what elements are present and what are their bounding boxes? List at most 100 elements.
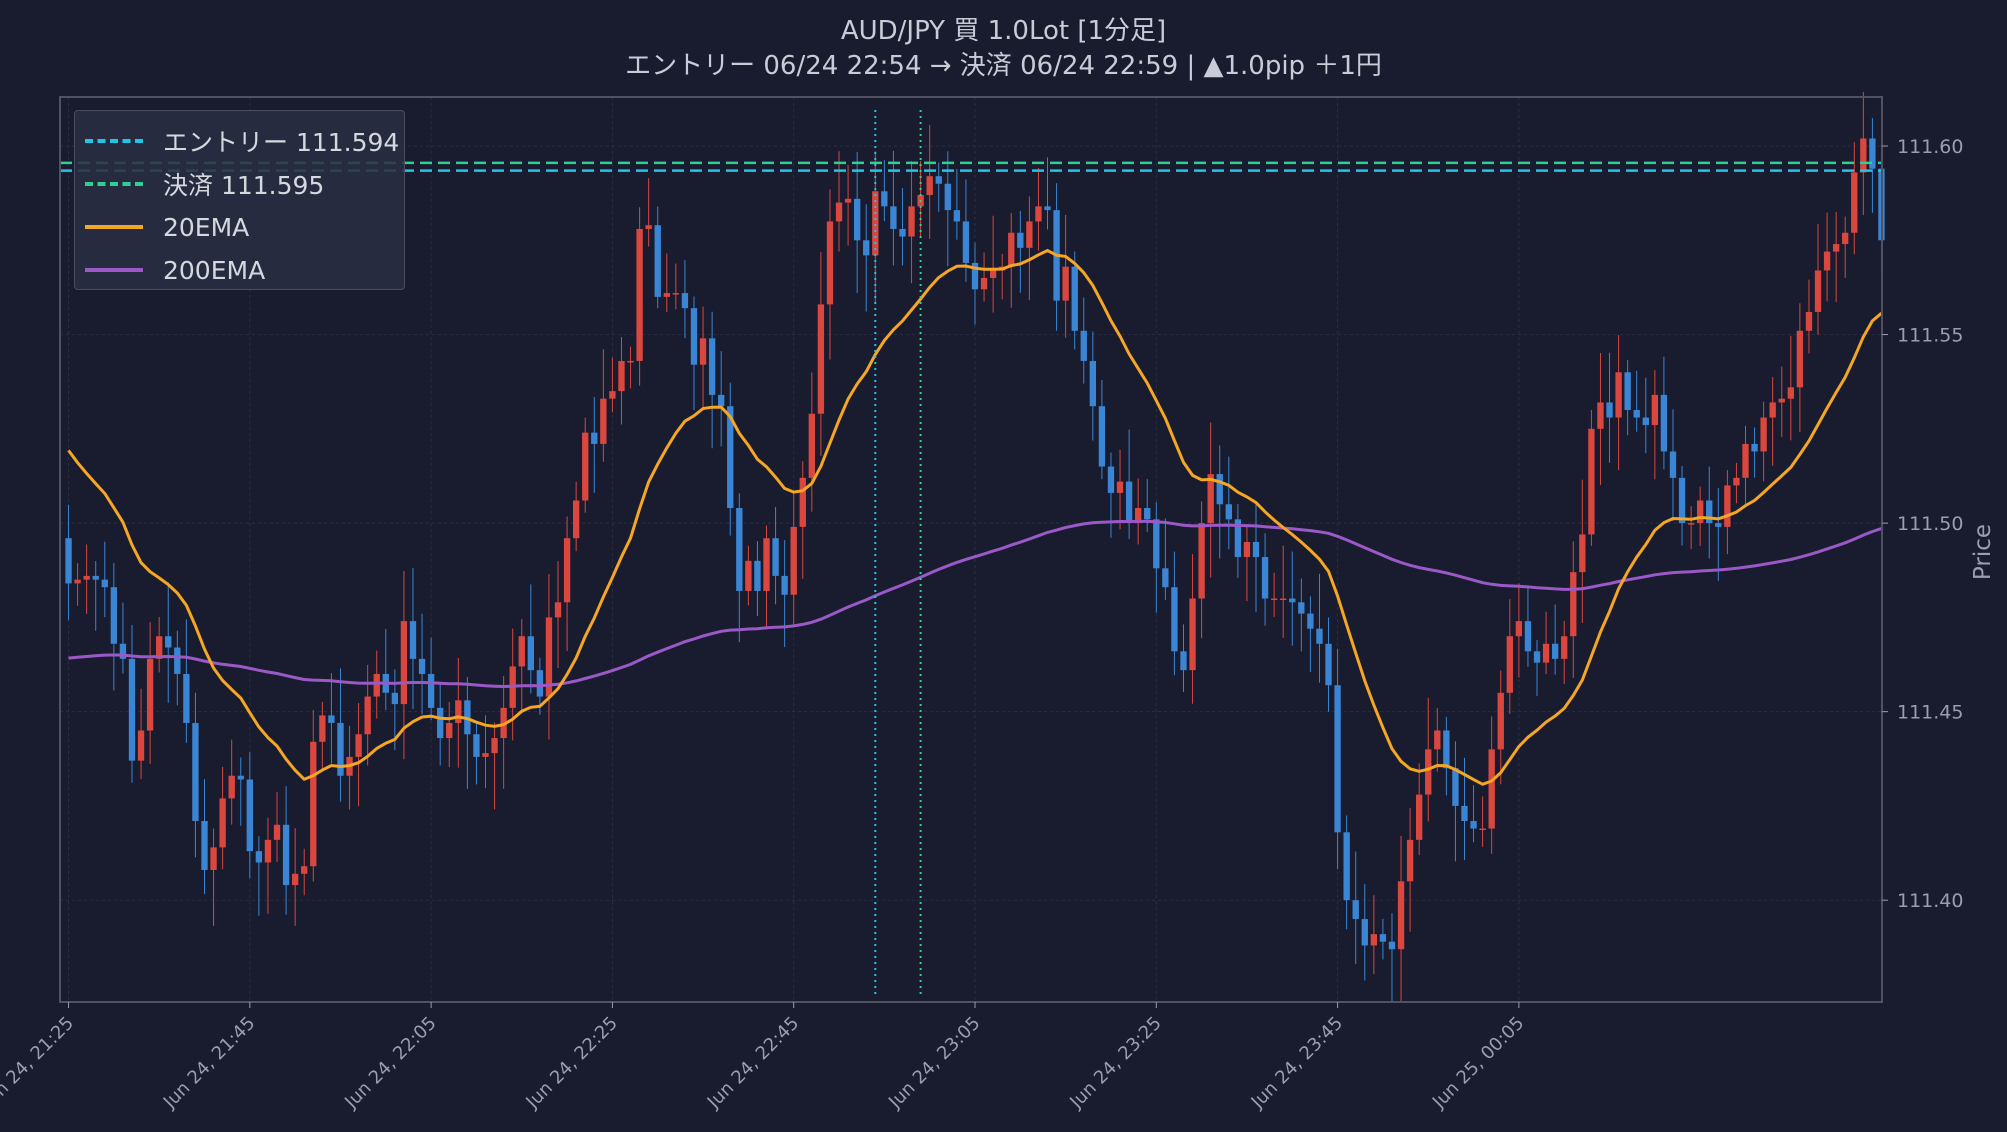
candle-body (1724, 485, 1731, 527)
candle-body (1026, 221, 1033, 248)
y-tick-label: 111.55 (1897, 325, 1963, 347)
candle-body (672, 293, 680, 295)
candle-body (110, 587, 118, 644)
candle-body (944, 183, 951, 211)
candle-body (1370, 934, 1378, 946)
candle-body (1570, 572, 1577, 637)
candle-body (536, 670, 544, 697)
candle-body (427, 673, 435, 708)
x-tick-label: Jun 24, 23:45 (1247, 1013, 1347, 1113)
candle-body (237, 775, 244, 780)
candle-body (1280, 598, 1287, 601)
candle-body (1071, 266, 1078, 331)
candle-body (1107, 466, 1115, 493)
x-tick-label: Jun 24, 22:05 (340, 1013, 440, 1113)
candle-body (1851, 172, 1858, 233)
candle-body (1180, 651, 1187, 671)
candle-body (65, 538, 72, 584)
x-tick-label: Jun 24, 22:25 (521, 1013, 621, 1113)
candle-body (219, 798, 226, 848)
legend-swatch-entry (85, 139, 143, 143)
candle-body (1842, 232, 1849, 245)
candle-body (1289, 598, 1296, 603)
candle-body (355, 734, 362, 757)
candle-body (1162, 568, 1169, 588)
candle-body (1225, 504, 1232, 520)
candle-body (609, 391, 616, 399)
candle-body (736, 508, 743, 591)
candle-body (1098, 406, 1106, 467)
candle-body (1742, 443, 1749, 478)
candle-body (863, 240, 870, 256)
candle-body (183, 673, 190, 723)
candle-body (853, 198, 861, 241)
candle-body (844, 198, 852, 203)
candle-body (210, 847, 217, 871)
candle-body (1243, 541, 1251, 558)
candle-body (328, 715, 335, 723)
candle-body (563, 538, 571, 603)
candle-body (627, 360, 634, 363)
candle-body (373, 673, 380, 697)
candle-body (74, 579, 81, 584)
candle-body (763, 538, 770, 591)
candle-body (409, 621, 417, 659)
legend-label-ema200: 200EMA (163, 255, 266, 285)
candle-body (1687, 523, 1695, 525)
candle-body (1715, 523, 1722, 527)
candle-body (1298, 602, 1305, 614)
x-tick-label: Jun 24, 21:25 (0, 1013, 78, 1113)
candle-body (1252, 541, 1260, 558)
candle-body (282, 824, 290, 886)
candle-body (1678, 477, 1686, 524)
candle-body (817, 304, 825, 414)
candle-body (1751, 443, 1758, 452)
legend-item-exit: 決済 111.595 (85, 169, 324, 200)
candle-body (1406, 839, 1414, 882)
candle-body (835, 202, 843, 222)
candle-body (518, 636, 525, 667)
candle-body (246, 779, 253, 852)
candle-body (1697, 500, 1704, 524)
candle-body (962, 221, 970, 263)
candle-body (1035, 206, 1042, 222)
candle-body (146, 658, 154, 731)
candle-body (1488, 749, 1495, 829)
candle-body (881, 191, 888, 207)
candle-body (1470, 821, 1477, 829)
candle-body (935, 176, 942, 184)
legend-swatch-exit (85, 182, 143, 186)
candle-body (1171, 587, 1178, 652)
candle-body (527, 636, 535, 671)
candle-body (455, 700, 462, 723)
candle-body (1325, 643, 1332, 686)
candle-body (745, 560, 752, 591)
candle-body (989, 270, 997, 278)
candle-body (1506, 636, 1513, 693)
candle-body (1624, 372, 1631, 410)
candle-body (264, 839, 272, 863)
candle-body (591, 432, 598, 444)
x-tick-label: Jun 24, 21:45 (159, 1013, 259, 1113)
x-tick-label: Jun 25, 00:05 (1428, 1013, 1528, 1113)
candle-body (772, 538, 779, 576)
candle-body (1008, 232, 1015, 267)
candle-body (255, 851, 263, 863)
candle-body (1361, 919, 1368, 946)
candle-body (1116, 481, 1124, 493)
candle-body (1832, 244, 1840, 252)
legend-label-ema20: 20EMA (163, 212, 250, 242)
candle-body (1651, 394, 1659, 426)
candle-body (808, 413, 816, 478)
candle-body (1542, 643, 1550, 663)
candle-body (1733, 477, 1740, 486)
candle-body (708, 338, 716, 395)
candle-body (1153, 519, 1160, 569)
candle-body (1443, 730, 1450, 769)
candle-body (1778, 398, 1785, 403)
candle-body (790, 526, 797, 595)
candle-body (1642, 417, 1649, 426)
candle-body (1561, 636, 1568, 659)
candle-body (1633, 409, 1640, 418)
candle-body (473, 734, 480, 757)
